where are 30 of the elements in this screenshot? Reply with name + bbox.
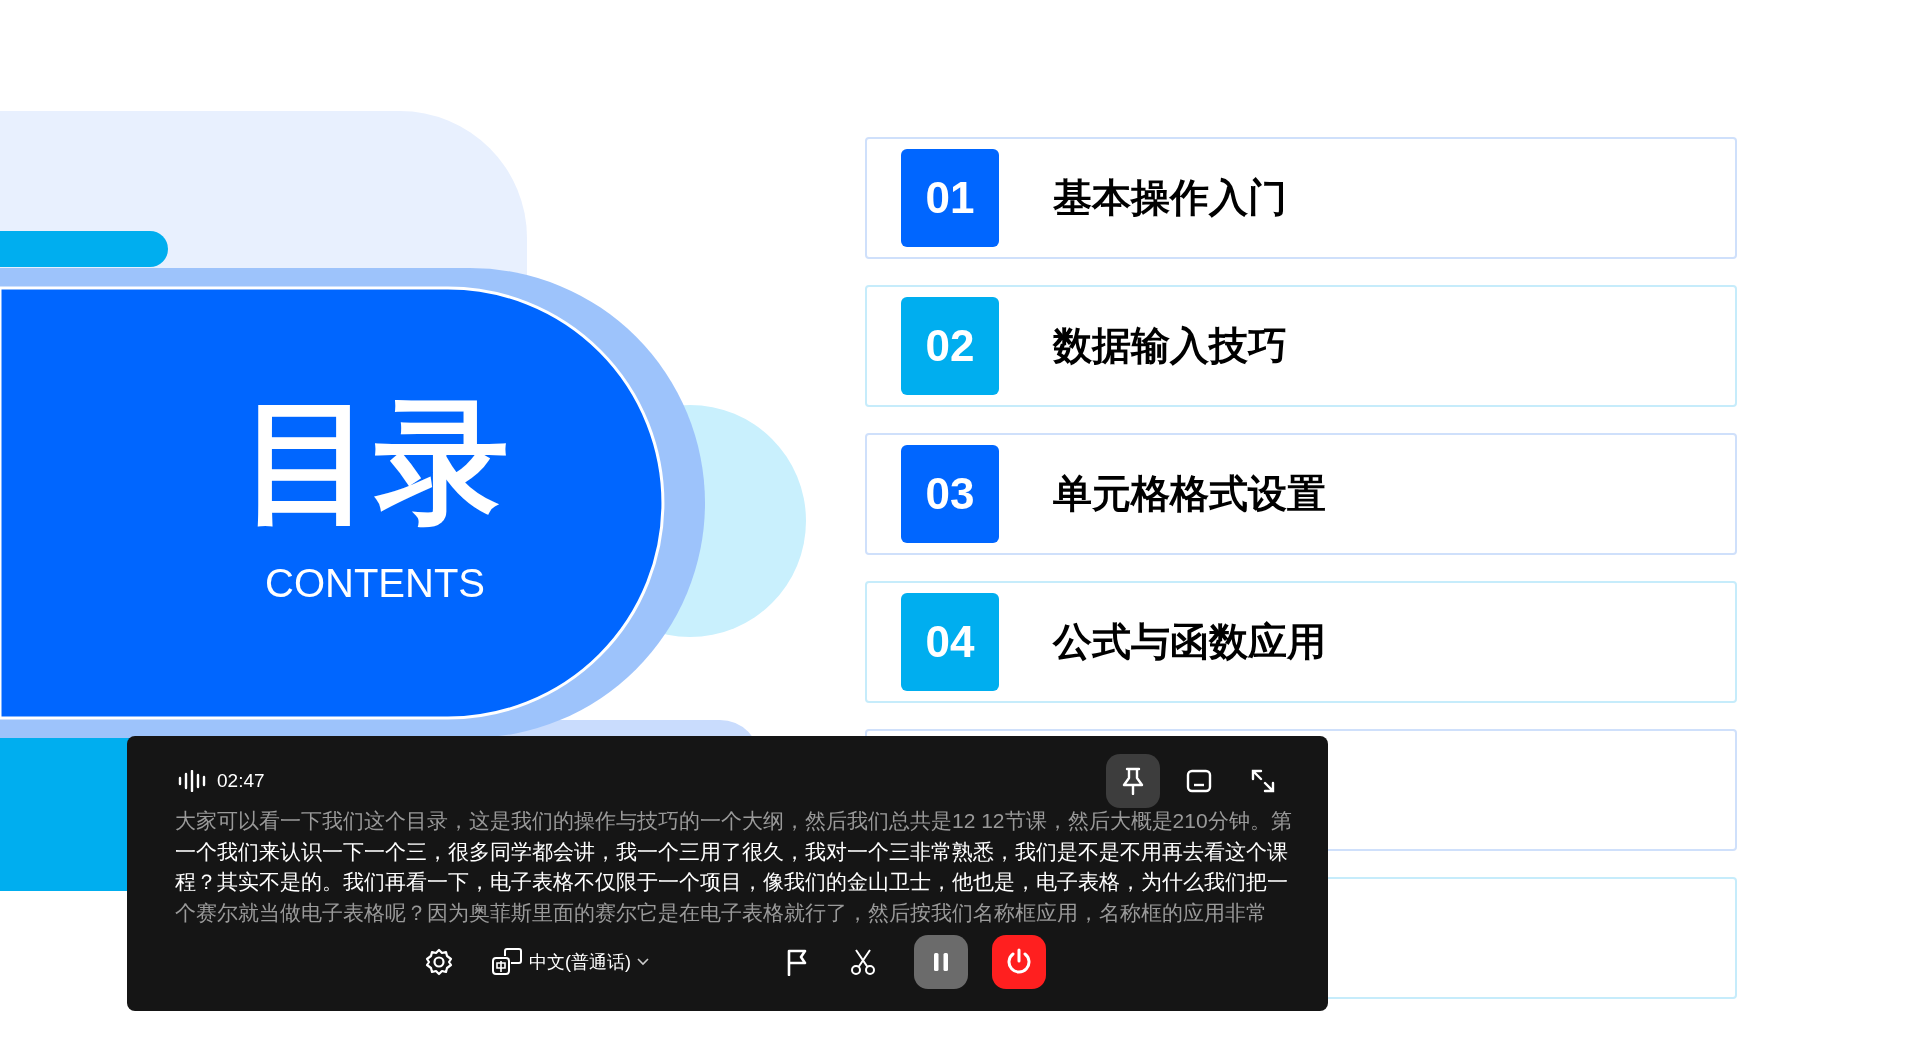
section-title: 单元格格式设置 [1053, 470, 1326, 517]
scissors-icon [850, 948, 876, 976]
power-button[interactable] [992, 935, 1046, 989]
section-title: 基本操作入门 [1053, 174, 1287, 221]
caption-line: 个赛尔就当做电子表格呢？因为奥菲斯里面的赛尔它是在电子表格就行了，然后按我们名称框应用，名称框的应用非常 [175, 899, 1267, 926]
slide-subheading: CONTENTS [265, 563, 485, 603]
expand-icon [1250, 768, 1276, 794]
caption-line: 一个我们来认识一下一个三，很多同学都会讲，我一个三用了很久，我对一个三非常熟悉，我们是不是不用再去看这个课 [175, 838, 1288, 865]
pause-icon [932, 952, 950, 972]
section-title: 数据输入技巧 [1053, 322, 1287, 369]
settings-icon [425, 948, 453, 976]
power-icon [1005, 948, 1033, 976]
slide-heading: 目录 [241, 395, 509, 529]
caption-line: 程？其实不是的。我们再看一下，电子表格不仅限于一个项目，像我们的金山卫士，他也是，电子表格，为什么我们把一 [175, 869, 1288, 895]
translate-icon [491, 947, 523, 977]
language-selector[interactable]: 中文(普通话) [491, 947, 649, 977]
audio-wave-icon [177, 770, 207, 792]
section-number: 04 [901, 593, 999, 691]
section-title: 公式与函数应用 [1053, 618, 1326, 665]
pin-icon [1121, 767, 1145, 795]
flag-icon [786, 948, 808, 976]
caption-line: 大家可以看一下我们这个目录，这是我们的操作与技巧的一个大纲，然后我们总共是12 12节课，然后大概是210分钟。第 [175, 808, 1292, 834]
subtitle-icon [1186, 769, 1212, 793]
section-number: 02 [901, 297, 999, 395]
section-number: 01 [901, 149, 999, 247]
pause-button[interactable] [914, 935, 968, 989]
chevron-down-icon [637, 958, 649, 966]
section-number: 03 [901, 445, 999, 543]
elapsed-time: 02:47 [217, 768, 265, 793]
pin-button[interactable] [1106, 754, 1160, 808]
